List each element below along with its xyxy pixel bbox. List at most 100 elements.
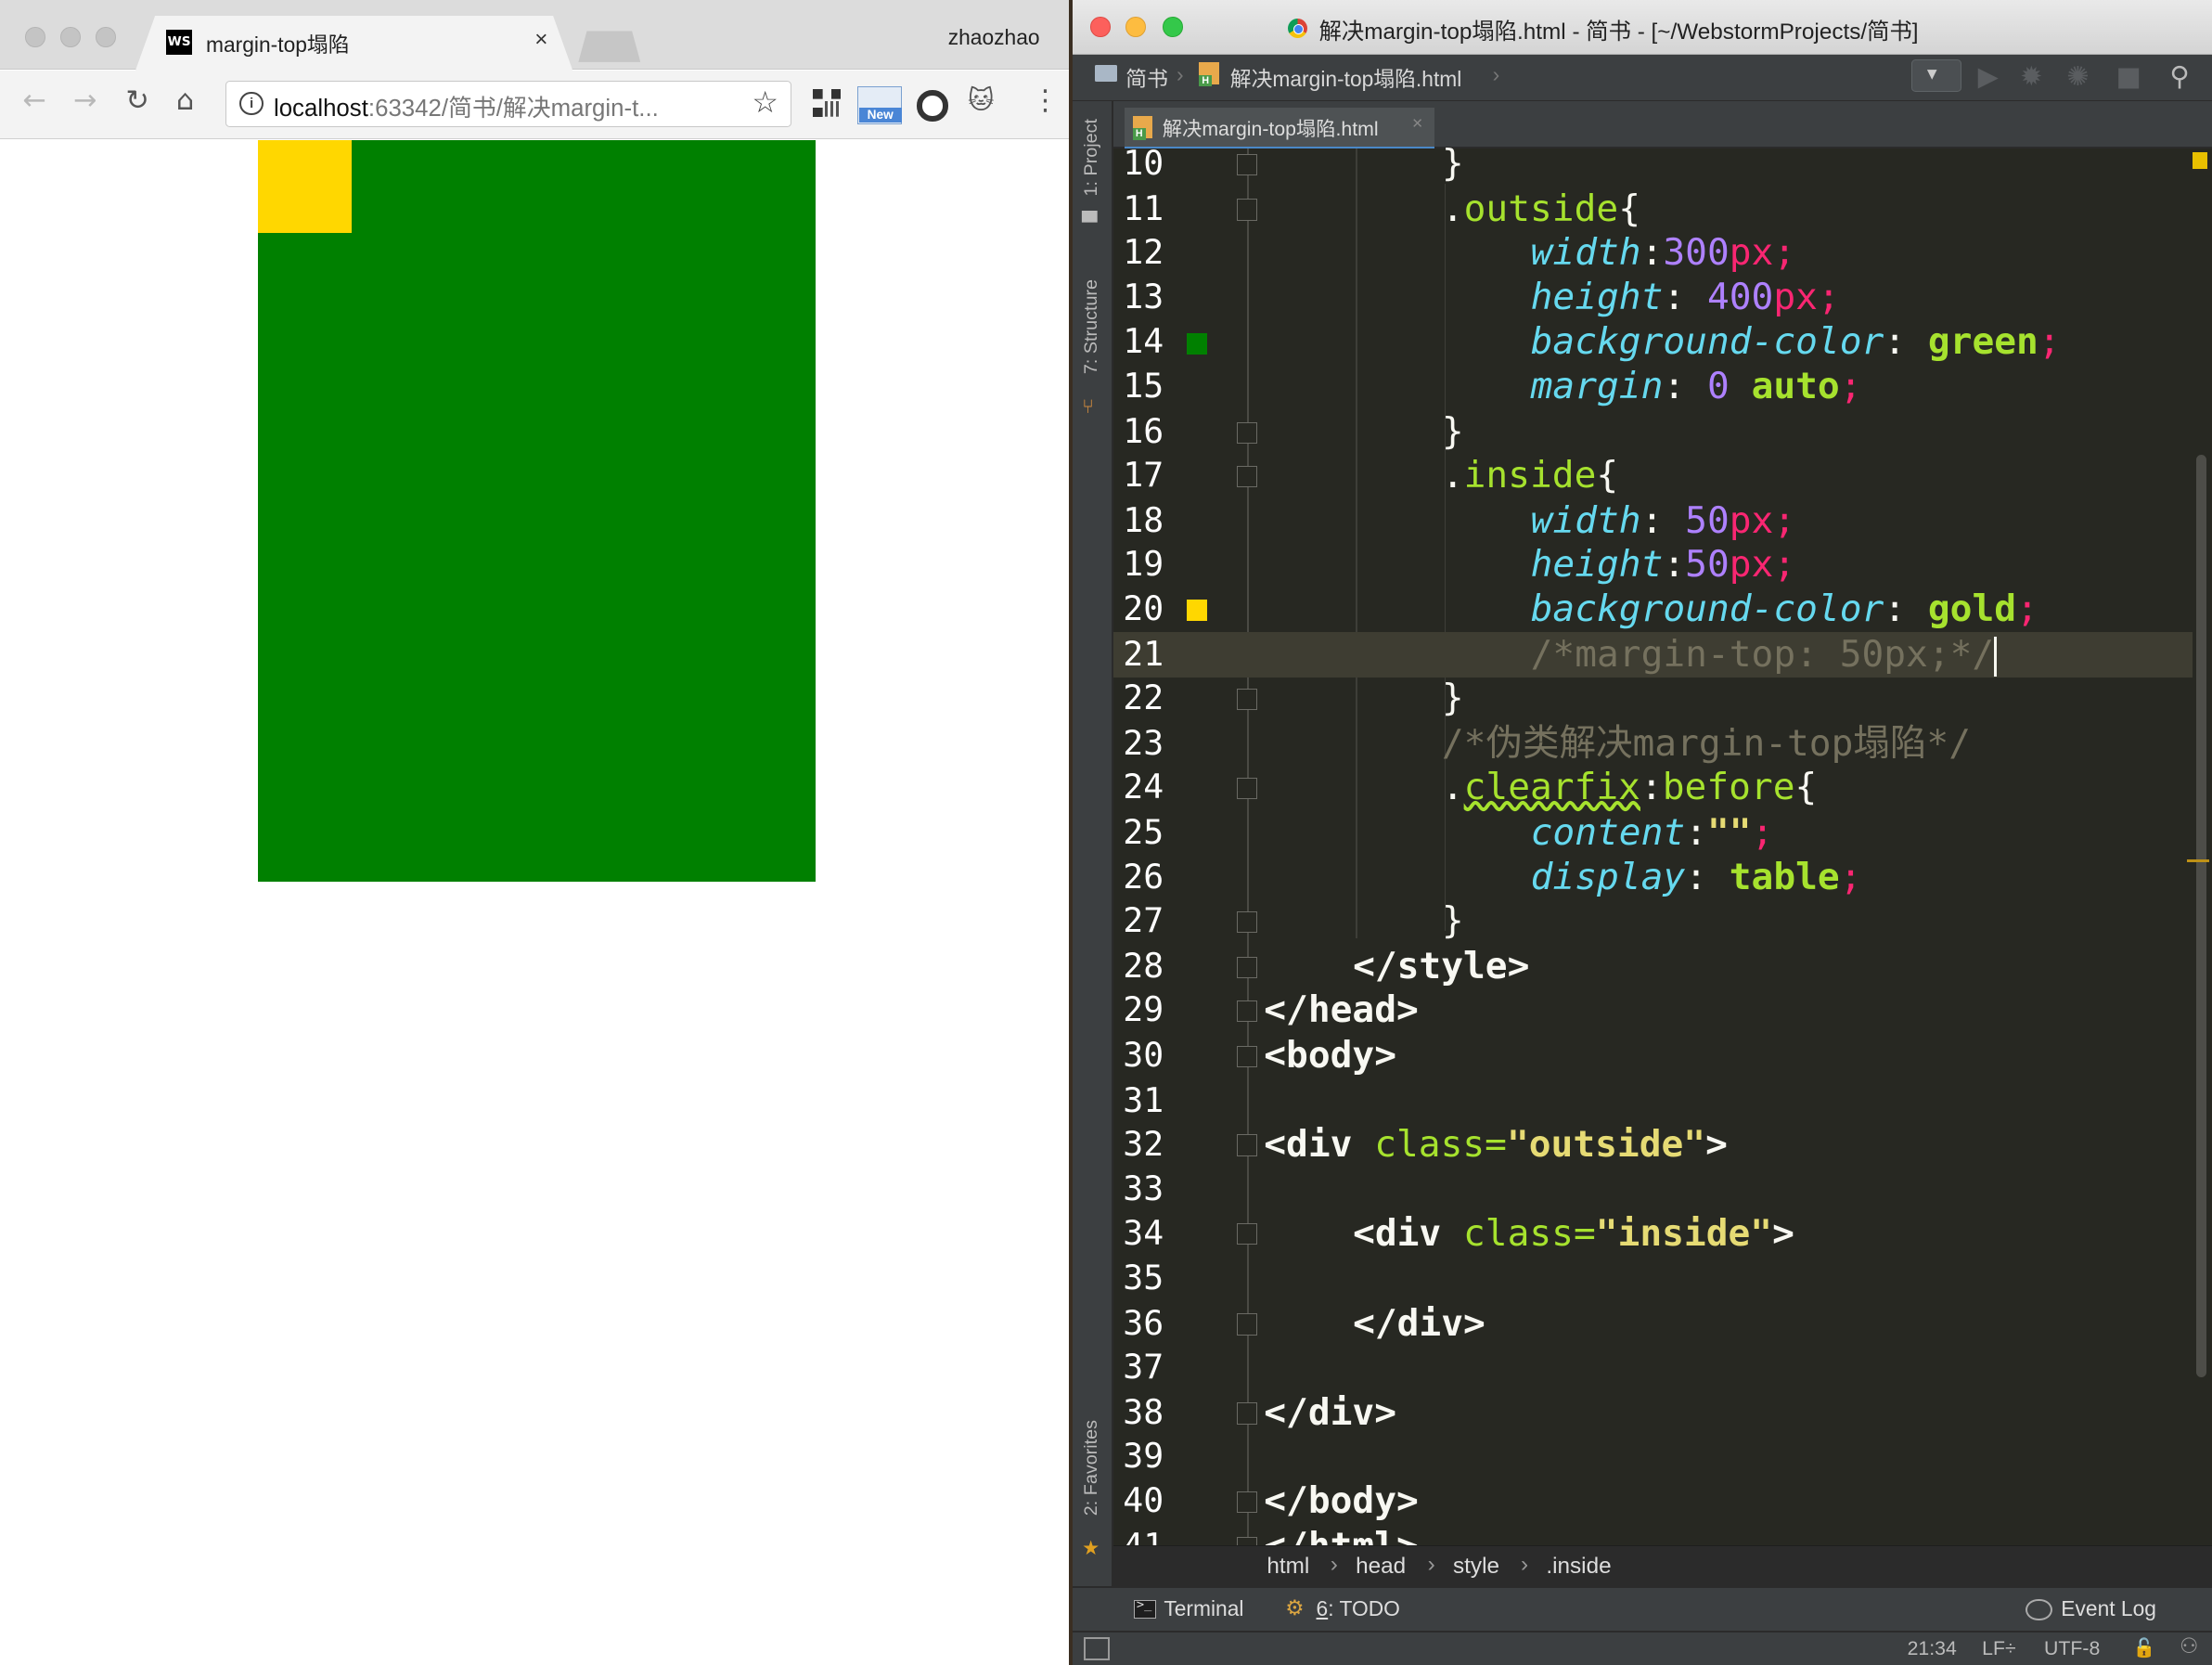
nav-project[interactable]: 简书	[1125, 62, 1168, 93]
todo-tab[interactable]: 6: TODO	[1317, 1596, 1400, 1621]
line-number[interactable]: 38	[1123, 1390, 1164, 1436]
profile-name[interactable]: zhaozhao	[948, 25, 1040, 50]
code-line[interactable]	[1113, 944, 2193, 989]
caret-position[interactable]: 21:34	[1908, 1637, 1957, 1660]
warning-marker[interactable]	[2186, 858, 2209, 862]
fold-marker-icon[interactable]	[1237, 956, 1258, 979]
line-number[interactable]: 16	[1123, 409, 1164, 455]
line-number[interactable]: 40	[1123, 1478, 1164, 1524]
fold-marker-icon[interactable]	[1237, 465, 1258, 487]
code-line[interactable]	[1113, 1345, 2193, 1390]
fold-marker-icon[interactable]	[1237, 1134, 1258, 1156]
ide-close-button[interactable]	[1090, 17, 1112, 37]
todo-icon[interactable]: ⚙	[1285, 1596, 1304, 1620]
debug-icon[interactable]: ✹	[2020, 60, 2042, 92]
line-number[interactable]: 13	[1123, 275, 1164, 320]
line-number[interactable]: 24	[1123, 765, 1164, 810]
code-line[interactable]	[1113, 453, 2193, 498]
code-line[interactable]	[1113, 1301, 2193, 1347]
line-separator[interactable]: LF÷	[1982, 1637, 2016, 1660]
browser-tab-title[interactable]: margin-top塌陷	[206, 28, 350, 58]
fold-marker-icon[interactable]	[1237, 911, 1258, 934]
terminal-tab[interactable]: Terminal	[1164, 1596, 1243, 1621]
address-bar-url[interactable]: localhost:63342/简书/解决margin-t...	[274, 89, 659, 123]
inspection-status-icon[interactable]	[2192, 152, 2208, 170]
editor-scrollbar-thumb[interactable]	[2196, 454, 2206, 1377]
code-line[interactable]	[1113, 409, 2193, 455]
project-tool-tab[interactable]: 1: Project	[1081, 119, 1102, 196]
line-number[interactable]: 22	[1123, 676, 1164, 721]
event-log-icon[interactable]	[2026, 1598, 2052, 1621]
run-icon[interactable]: ▶	[1978, 60, 1999, 92]
info-icon[interactable]: i	[239, 91, 264, 116]
line-number[interactable]: 15	[1123, 364, 1164, 409]
line-number[interactable]: 31	[1123, 1078, 1164, 1124]
zoom-window-button[interactable]	[96, 26, 117, 47]
line-number[interactable]: 34	[1123, 1211, 1164, 1257]
fold-marker-icon[interactable]	[1237, 1402, 1258, 1425]
fold-marker-icon[interactable]	[1237, 777, 1258, 800]
browser-menu-icon[interactable]: ⋮	[1031, 84, 1059, 117]
line-number[interactable]: 17	[1123, 453, 1164, 498]
qr-code-icon[interactable]	[812, 88, 842, 118]
line-number[interactable]: 37	[1123, 1345, 1164, 1390]
fold-marker-icon[interactable]	[1237, 421, 1258, 444]
line-number[interactable]: 20	[1123, 587, 1164, 632]
reload-icon[interactable]: ↻	[125, 84, 148, 117]
record-extension-icon[interactable]	[917, 90, 948, 122]
project-folder-icon[interactable]: ▀	[1082, 212, 1097, 235]
line-number[interactable]: 27	[1123, 898, 1164, 944]
line-number[interactable]: 21	[1123, 632, 1164, 678]
new-tab-button[interactable]	[578, 31, 641, 62]
fold-marker-icon[interactable]	[1237, 1000, 1258, 1023]
code-line[interactable]	[1113, 1256, 2193, 1301]
terminal-icon[interactable]	[1134, 1596, 1156, 1620]
line-number[interactable]: 35	[1123, 1256, 1164, 1301]
code-line[interactable]	[1113, 676, 2193, 721]
line-number[interactable]: 29	[1123, 987, 1164, 1033]
line-number[interactable]: 32	[1123, 1122, 1164, 1168]
code-line[interactable]	[1113, 1167, 2193, 1212]
fold-marker-icon[interactable]	[1237, 1223, 1258, 1246]
home-icon[interactable]: ⌂	[176, 84, 194, 117]
breadcrumb-item[interactable]: .inside	[1546, 1554, 1611, 1580]
fold-marker-icon[interactable]	[1237, 1313, 1258, 1336]
cat-extension-icon[interactable]: 🐱	[968, 86, 995, 115]
close-window-button[interactable]	[25, 26, 46, 47]
editor-tab-label[interactable]: 解决margin-top塌陷.html	[1163, 113, 1379, 142]
fold-marker-icon[interactable]	[1237, 1045, 1258, 1067]
code-line[interactable]	[1113, 187, 2193, 232]
ide-minimize-button[interactable]	[1125, 17, 1147, 37]
lock-icon[interactable]: 🔓	[2133, 1637, 2156, 1659]
editor-tab-close-icon[interactable]: ×	[1412, 113, 1423, 135]
line-number[interactable]: 10	[1123, 141, 1164, 187]
fold-marker-icon[interactable]	[1237, 199, 1258, 221]
color-swatch-gold[interactable]	[1186, 600, 1208, 621]
coverage-icon[interactable]: ✺	[2066, 60, 2089, 92]
color-swatch-green[interactable]	[1186, 332, 1208, 355]
line-number[interactable]: 19	[1123, 542, 1164, 587]
breadcrumb-item[interactable]: head	[1356, 1554, 1406, 1580]
ide-zoom-button[interactable]	[1162, 17, 1183, 37]
line-number[interactable]: 39	[1123, 1434, 1164, 1479]
forward-arrow-icon[interactable]: →	[73, 84, 96, 117]
breadcrumb-item[interactable]: style	[1453, 1554, 1499, 1580]
line-number[interactable]: 26	[1123, 855, 1164, 900]
code-line[interactable]	[1113, 141, 2193, 187]
line-number[interactable]: 36	[1123, 1301, 1164, 1347]
line-number[interactable]: 28	[1123, 944, 1164, 989]
browser-tab-active[interactable]	[135, 15, 573, 71]
bookmark-star-icon[interactable]: ☆	[752, 84, 778, 120]
line-number[interactable]: 14	[1123, 319, 1164, 365]
line-number[interactable]: 11	[1123, 187, 1164, 232]
line-number[interactable]: 25	[1123, 810, 1164, 856]
minimize-window-button[interactable]	[60, 26, 82, 47]
fold-marker-icon[interactable]	[1237, 153, 1258, 175]
event-log-tab[interactable]: Event Log	[2061, 1596, 2156, 1621]
fold-marker-icon[interactable]	[1237, 1491, 1258, 1514]
code-line[interactable]	[1113, 1078, 2193, 1124]
nav-file[interactable]: 解决margin-top塌陷.html	[1230, 62, 1462, 93]
code-line[interactable]	[1113, 898, 2193, 944]
tool-windows-toggle-icon[interactable]	[1083, 1636, 1110, 1660]
favorites-star-icon[interactable]: ★	[1082, 1537, 1100, 1560]
